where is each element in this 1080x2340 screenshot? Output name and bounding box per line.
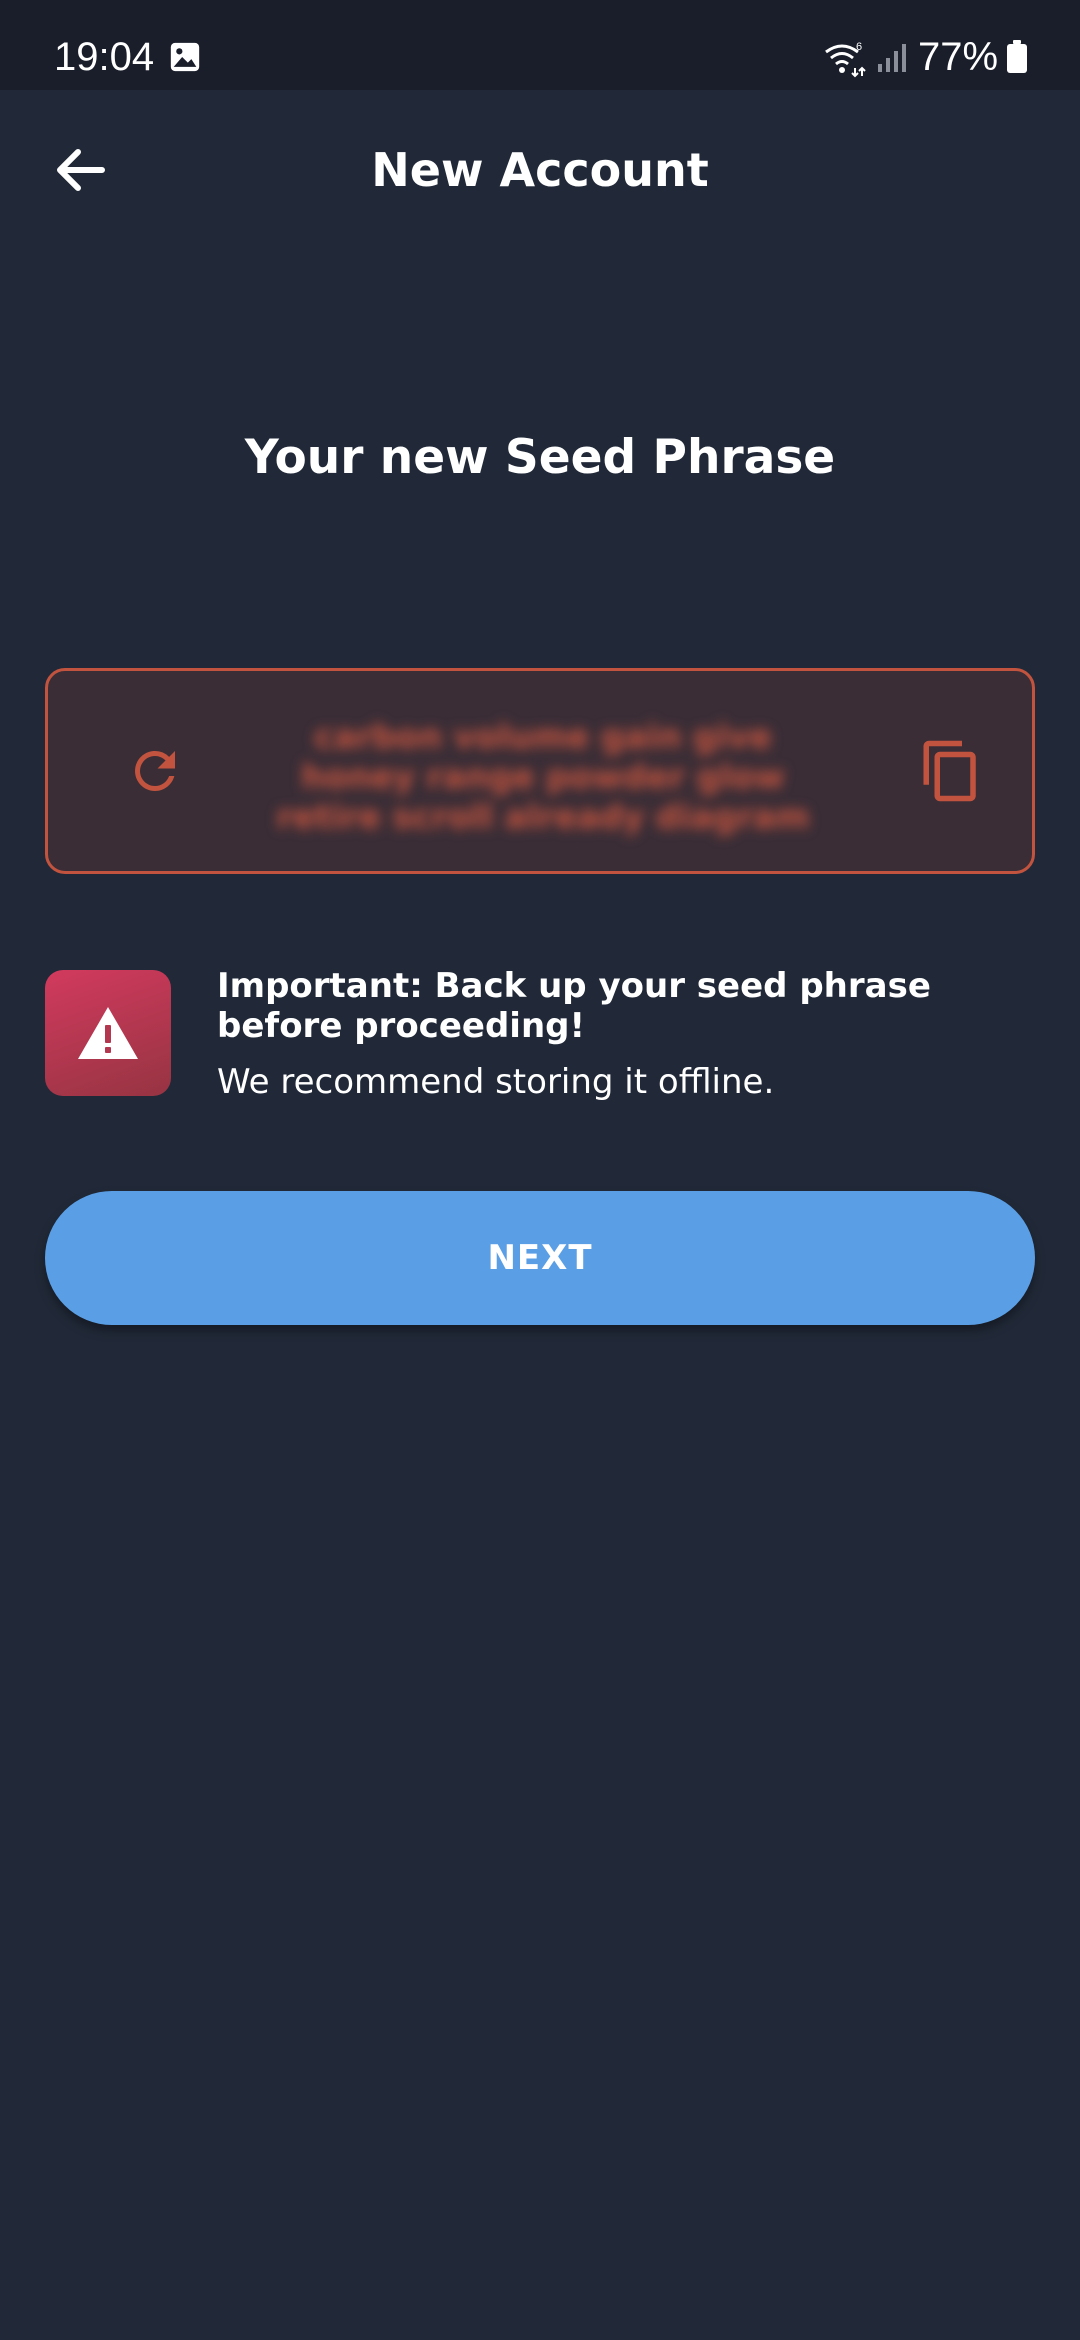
refresh-button[interactable] <box>110 726 200 816</box>
status-time: 19:04 <box>54 35 155 79</box>
seed-phrase-text: carbon volume gain give honey range powd… <box>276 717 810 836</box>
copy-button[interactable] <box>906 726 996 816</box>
page-title: New Account <box>371 143 709 197</box>
warning-icon <box>78 1007 138 1059</box>
copy-icon <box>923 740 976 802</box>
seed-phrase-box: carbon volume gain give honey range powd… <box>45 668 1035 874</box>
warning-title: Important: Back up your seed phrase befo… <box>217 966 931 1046</box>
gallery-icon <box>170 42 200 72</box>
svg-text:6: 6 <box>856 41 862 53</box>
seed-phrase-heading: Your new Seed Phrase <box>244 430 836 485</box>
battery-icon <box>1007 40 1027 73</box>
status-bar: 19:04 6 77% <box>0 0 1080 90</box>
refresh-icon <box>135 751 175 791</box>
warning-icon-box <box>45 970 171 1096</box>
battery-percentage: 77% <box>918 35 999 79</box>
wifi-icon: 6 <box>825 41 866 78</box>
signal-icon <box>878 44 906 72</box>
warning-subtitle: We recommend storing it offline. <box>217 1062 775 1102</box>
next-button[interactable]: NEXT <box>45 1191 1035 1325</box>
